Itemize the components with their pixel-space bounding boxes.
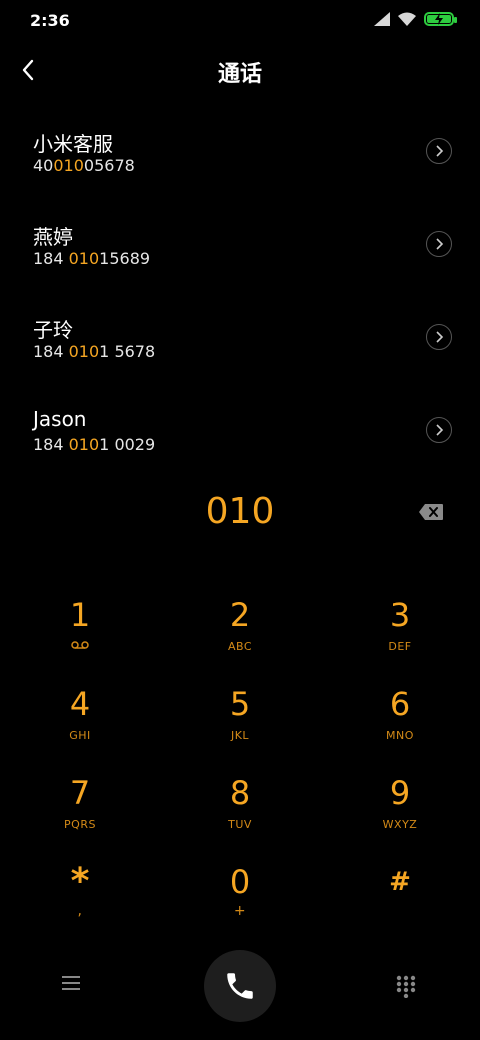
number-suffix: 05678 [83,156,135,175]
key-letters: DEF [388,640,412,653]
key-letters: JKL [230,729,250,742]
dialpad-icon[interactable] [395,974,417,998]
phone-icon [227,973,253,999]
contact-item[interactable]: 子玲 184 0101 5678 [0,304,480,397]
key-6[interactable]: 6 MNO [320,683,480,772]
contact-detail-button[interactable] [426,324,452,350]
key-8[interactable]: 8 TUV [160,772,320,861]
key-7[interactable]: 7 PQRS [0,772,160,861]
key-2[interactable]: 2 ABC [160,594,320,683]
contact-detail-button[interactable] [426,231,452,257]
contact-name: Jason [33,407,87,431]
contact-name: 燕婷 [33,225,73,249]
contact-item[interactable]: 小米客服 4001005678 [0,118,480,211]
number-suffix: 15689 [99,249,151,268]
wifi-icon [398,12,416,26]
menu-icon[interactable] [60,974,84,994]
bottom-bar [0,950,480,1022]
key-digit: 2 [229,596,251,634]
number-prefix: 40 [33,156,54,175]
backspace-icon[interactable] [418,503,444,521]
status-time: 2:36 [30,11,70,30]
key-5[interactable]: 5 JKL [160,683,320,772]
status-icons [374,12,457,26]
key-4[interactable]: 4 GHI [0,683,160,772]
key-digit: * [70,861,90,902]
key-digit: 1 [69,596,91,634]
key-letters: PQRS [64,818,96,831]
key-letters: GHI [69,729,91,742]
header: 通话 [0,48,480,92]
contact-list: 小米客服 4001005678 燕婷 184 01015689 子玲 184 0… [0,118,480,490]
key-digit: # [389,867,411,897]
key-digit: 3 [389,596,411,634]
voicemail-icon [71,641,89,649]
key-star[interactable]: * , [0,861,160,950]
dialed-number: 010 [205,491,275,532]
key-9[interactable]: 9 WXYZ [320,772,480,861]
key-digit: 0 [229,863,251,901]
key-digit: 6 [389,685,411,723]
key-letters: ABC [227,640,253,653]
key-digit: 4 [69,685,91,723]
contact-item[interactable]: 燕婷 184 01015689 [0,211,480,304]
chevron-right-icon [436,424,444,436]
keypad: 1 2 ABC 3 DEF 4 GHI 5 JKL 6 MNO 7 PQRS 8… [0,594,480,950]
chevron-right-icon [436,331,444,343]
contact-name: 子玲 [33,318,73,342]
number-prefix: 184 [33,249,69,268]
chevron-right-icon [436,238,444,250]
number-prefix: 184 [33,342,69,361]
contact-detail-button[interactable] [426,417,452,443]
number-suffix: 1 5678 [99,342,156,361]
contact-detail-button[interactable] [426,138,452,164]
key-letters: , [77,903,83,919]
key-3[interactable]: 3 DEF [320,594,480,683]
key-digit: 9 [389,774,411,812]
number-suffix: 1 0029 [99,435,156,454]
chevron-right-icon [436,145,444,157]
number-prefix: 184 [33,435,69,454]
contact-number: 184 01015689 [33,249,150,268]
key-letters: MNO [386,729,414,742]
contact-number: 184 0101 0029 [33,435,155,454]
status-bar: 2:36 [0,0,480,42]
contact-item[interactable]: Jason 184 0101 0029 [0,397,480,490]
contact-name: 小米客服 [33,132,113,156]
number-match: 010 [68,342,100,361]
signal-icon [374,12,390,26]
number-match: 010 [68,435,100,454]
number-match: 010 [68,249,100,268]
page-title: 通话 [217,62,262,87]
dial-entry: 010 [0,487,480,539]
key-letters: TUV [228,818,252,831]
charging-bolt-icon [435,13,443,25]
key-digit: 7 [69,774,91,812]
key-hash[interactable]: # [320,861,480,950]
contact-number: 4001005678 [33,156,135,175]
contact-number: 184 0101 5678 [33,342,155,361]
key-1[interactable]: 1 [0,594,160,683]
call-button[interactable] [204,950,276,1022]
key-letters: + [233,903,247,919]
key-letters: WXYZ [382,818,418,831]
battery-icon [424,12,457,26]
key-digit: 5 [229,685,251,723]
key-digit: 8 [229,774,251,812]
number-match: 010 [53,156,84,175]
key-0[interactable]: 0 + [160,861,320,950]
